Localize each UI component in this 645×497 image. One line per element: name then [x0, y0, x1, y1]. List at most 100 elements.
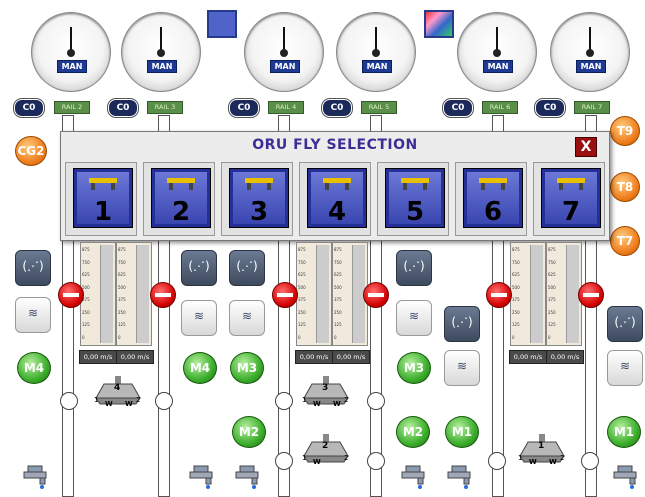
scale-tick: 250: [512, 309, 520, 315]
stop-icon[interactable]: [272, 282, 298, 308]
hoist-w: W: [125, 400, 133, 408]
stop-icon[interactable]: [150, 282, 176, 308]
co-badge[interactable]: C0: [443, 99, 473, 117]
mode-label: MAN: [483, 60, 513, 73]
speed-readout: 0,00 m/s: [295, 350, 333, 364]
faucet-icon[interactable]: [188, 462, 216, 490]
hoist-w: W: [105, 400, 113, 408]
co-badge[interactable]: C0: [322, 99, 352, 117]
palette-icon[interactable]: [424, 10, 454, 38]
bath-button[interactable]: ≋: [15, 297, 51, 333]
motor-m3-button[interactable]: M3: [397, 352, 431, 384]
shower-button[interactable]: (⋰): [229, 250, 265, 286]
hoist-3[interactable]: 3 1 W W 2: [300, 376, 352, 408]
scale-tick: 500: [82, 284, 90, 290]
scale-tick: 875: [334, 247, 342, 252]
t8-badge[interactable]: T8: [610, 172, 640, 202]
gauge-4: MAN: [336, 12, 416, 92]
rail-ring: [155, 392, 173, 410]
crane-view-icon[interactable]: [207, 10, 237, 38]
shower-button[interactable]: (⋰): [444, 306, 480, 342]
scale-tick: 750: [118, 259, 126, 265]
mode-label: MAN: [362, 60, 392, 73]
mode-label: MAN: [576, 60, 606, 73]
scale-tick: 625: [334, 272, 342, 277]
hoist-number: 2: [322, 441, 329, 451]
oru-slot-4[interactable]: 4: [299, 162, 371, 236]
bath-button[interactable]: ≋: [181, 300, 217, 336]
shower-button[interactable]: (⋰): [396, 250, 432, 286]
motor-m2-button[interactable]: M2: [232, 416, 266, 448]
t7-badge[interactable]: T7: [610, 226, 640, 256]
scale-tick: 625: [82, 272, 90, 277]
crane-icon: [401, 178, 429, 190]
oru-slot-1[interactable]: 1: [65, 162, 137, 236]
speed-readout: 0,00 m/s: [79, 350, 117, 364]
gauge-6: MAN: [550, 12, 630, 92]
bath-button[interactable]: ≋: [444, 350, 480, 386]
stop-icon[interactable]: [578, 282, 604, 308]
rail-label: RAIL 2: [54, 101, 90, 114]
hoist-4[interactable]: 4 1 W W 2: [92, 376, 144, 408]
gauge-5: MAN: [457, 12, 537, 92]
hoist-w: W: [313, 458, 321, 466]
faucet-icon[interactable]: [234, 462, 262, 490]
scale-tick: 500: [548, 284, 556, 290]
crane-icon: [245, 178, 273, 190]
hoist-right: 2: [560, 454, 565, 462]
shower-button[interactable]: (⋰): [607, 306, 643, 342]
motor-m1-button[interactable]: M1: [607, 416, 641, 448]
co-badge[interactable]: C0: [14, 99, 44, 117]
t9-badge[interactable]: T9: [610, 116, 640, 146]
bath-button[interactable]: ≋: [607, 350, 643, 386]
hoist-w: W: [313, 400, 321, 408]
gauge-3: MAN: [244, 12, 324, 92]
cg2-badge[interactable]: CG2: [15, 136, 47, 166]
faucet-icon[interactable]: [446, 462, 474, 490]
motor-m4-button[interactable]: M4: [183, 352, 217, 384]
hoist-number: 3: [322, 383, 329, 393]
faucet-icon[interactable]: [612, 462, 640, 490]
stop-icon[interactable]: [486, 282, 512, 308]
scale-tick: 750: [298, 259, 306, 265]
stop-icon[interactable]: [363, 282, 389, 308]
crane-icon: [557, 178, 585, 190]
oru-slot-3[interactable]: 3: [221, 162, 293, 236]
oru-slot-7[interactable]: 7: [533, 162, 605, 236]
scale-tick: 250: [298, 309, 306, 315]
motor-m1-button[interactable]: M1: [445, 416, 479, 448]
scale-tick: 0: [82, 334, 85, 340]
speed-readout: 0,00 m/s: [116, 350, 154, 364]
rail-label: RAIL 7: [574, 101, 610, 114]
faucet-icon[interactable]: [22, 462, 50, 490]
co-badge[interactable]: C0: [229, 99, 259, 117]
scale-tick: 375: [298, 297, 306, 302]
motor-m4-button[interactable]: M4: [17, 352, 51, 384]
hoist-1[interactable]: 1 1 W W 2: [516, 434, 568, 466]
shower-button[interactable]: (⋰): [181, 250, 217, 286]
motor-m2-button[interactable]: M2: [396, 416, 430, 448]
stop-icon[interactable]: [58, 282, 84, 308]
oru-slot-5[interactable]: 5: [377, 162, 449, 236]
mode-label: MAN: [147, 60, 177, 73]
scale-tick: 125: [118, 322, 126, 327]
oru-slot-2[interactable]: 2: [143, 162, 215, 236]
close-button[interactable]: X: [575, 137, 597, 157]
bath-button[interactable]: ≋: [396, 300, 432, 336]
co-badge[interactable]: C0: [535, 99, 565, 117]
hoist-w: W: [333, 400, 341, 408]
scale-tick: 250: [548, 309, 556, 315]
level-column: 875 750 625 500 375 250 125 0: [296, 242, 332, 346]
bath-button[interactable]: ≋: [229, 300, 265, 336]
scale-tick: 875: [548, 247, 556, 252]
hoist-right: 2: [344, 396, 349, 404]
faucet-icon[interactable]: [400, 462, 428, 490]
oru-slot-6[interactable]: 6: [455, 162, 527, 236]
oru-fly-selection-dialog: ORU FLY SELECTION X 1 2 3 4 5 6 7: [60, 131, 610, 241]
shower-button[interactable]: (⋰): [15, 250, 51, 286]
hoist-2[interactable]: 2 1 W 2: [300, 434, 352, 466]
crane-icon: [323, 178, 351, 190]
motor-m3-button[interactable]: M3: [230, 352, 264, 384]
co-badge[interactable]: C0: [108, 99, 138, 117]
hoist-right: 2: [136, 396, 141, 404]
